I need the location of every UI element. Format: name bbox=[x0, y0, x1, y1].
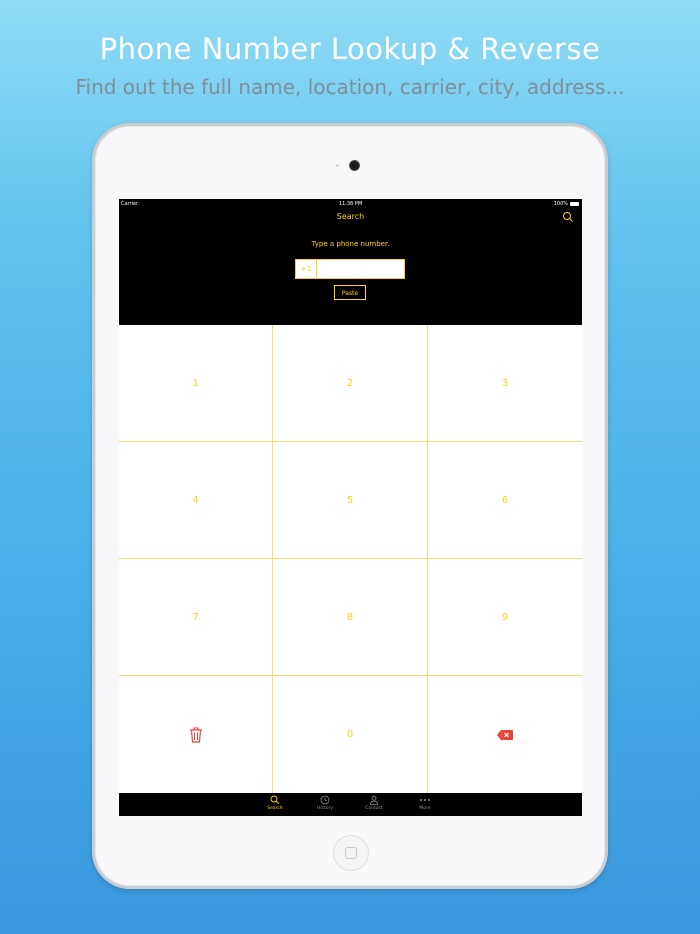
tab-search[interactable]: Search bbox=[255, 795, 295, 811]
clock-icon bbox=[320, 795, 330, 805]
key-1[interactable]: 1 bbox=[119, 325, 273, 442]
person-icon bbox=[370, 795, 378, 805]
front-sensor bbox=[336, 164, 339, 167]
trash-icon bbox=[189, 727, 202, 743]
search-prompt: Type a phone number. bbox=[311, 240, 390, 248]
key-5[interactable]: 5 bbox=[273, 442, 428, 559]
key-8[interactable]: 8 bbox=[273, 559, 428, 676]
tab-more[interactable]: More bbox=[405, 795, 445, 811]
nav-title: Search bbox=[336, 212, 365, 221]
paste-button[interactable]: Paste bbox=[334, 285, 366, 300]
tab-contact-label: Contact bbox=[365, 806, 383, 811]
app-screen: Carrier 11:38 PM 100% Search Type a phon… bbox=[119, 199, 582, 816]
tab-history-label: History bbox=[316, 806, 333, 811]
status-bar: Carrier 11:38 PM 100% bbox=[119, 199, 582, 209]
key-0[interactable]: 0 bbox=[273, 676, 428, 793]
search-header: Search Type a phone number. +1 Paste bbox=[119, 209, 582, 325]
key-2[interactable]: 2 bbox=[273, 325, 428, 442]
backspace-key[interactable] bbox=[428, 676, 582, 793]
more-icon bbox=[420, 799, 430, 801]
backspace-icon bbox=[497, 729, 513, 740]
tab-history[interactable]: History bbox=[305, 795, 345, 811]
front-camera-icon bbox=[349, 160, 360, 171]
key-4[interactable]: 4 bbox=[119, 442, 273, 559]
tab-more-label: More bbox=[419, 806, 431, 811]
search-icon[interactable] bbox=[562, 211, 574, 223]
promo-headline: Phone Number Lookup & Reverse bbox=[99, 32, 601, 66]
key-7[interactable]: 7 bbox=[119, 559, 273, 676]
home-button[interactable] bbox=[333, 835, 369, 871]
key-9[interactable]: 9 bbox=[428, 559, 582, 676]
number-keypad: 1 2 3 4 5 6 7 8 9 0 bbox=[119, 325, 582, 793]
ipad-frame: Carrier 11:38 PM 100% Search Type a phon… bbox=[92, 123, 608, 889]
phone-number-input[interactable] bbox=[317, 260, 407, 278]
status-time: 11:38 PM bbox=[338, 201, 363, 207]
tab-search-label: Search bbox=[267, 806, 283, 811]
country-code-prefix[interactable]: +1 bbox=[296, 260, 317, 278]
tab-contact[interactable]: Contact bbox=[354, 795, 394, 811]
phone-number-field: +1 bbox=[295, 259, 407, 279]
battery-icon bbox=[570, 202, 579, 206]
promo-subline: Find out the full name, location, carrie… bbox=[75, 75, 625, 99]
key-3[interactable]: 3 bbox=[428, 325, 582, 442]
clear-key[interactable] bbox=[119, 676, 273, 793]
status-battery-percent: 100% bbox=[553, 201, 568, 207]
key-6[interactable]: 6 bbox=[428, 442, 582, 559]
tab-bar: Search History Contact More bbox=[119, 793, 582, 816]
search-icon bbox=[270, 795, 280, 805]
